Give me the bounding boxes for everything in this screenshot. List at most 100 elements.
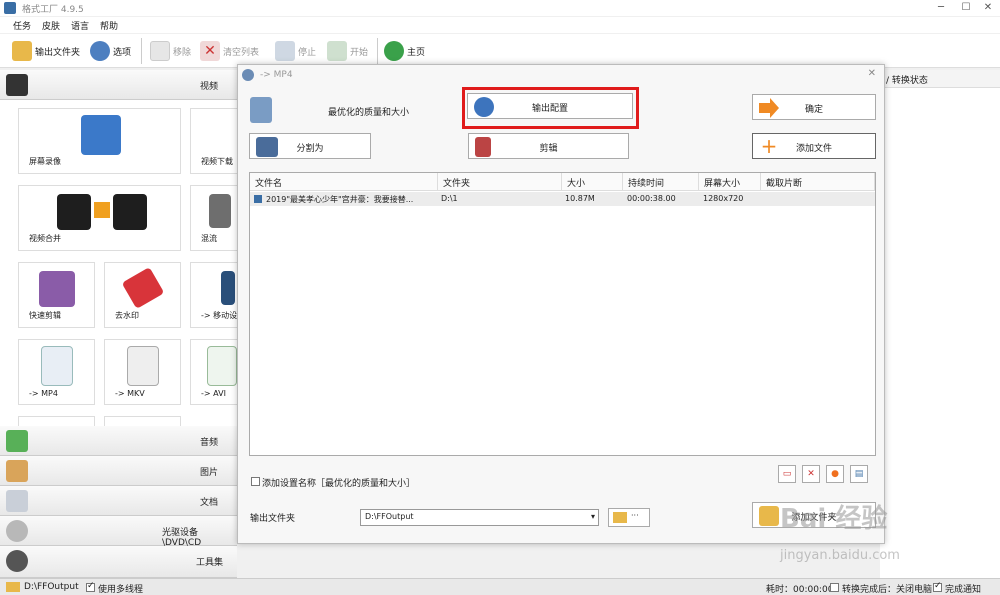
row-duration: 00:00:38.00	[627, 194, 676, 203]
stop-button[interactable]: 停止	[275, 40, 316, 62]
ok-button[interactable]: 确定	[752, 94, 876, 120]
clear-x-icon: ✕	[200, 41, 220, 61]
col-screen-size[interactable]: 屏幕大小	[699, 173, 761, 191]
add-file-button[interactable]: + 添加文件	[752, 133, 876, 159]
tile-to-mobile[interactable]: -> 移动设	[190, 262, 237, 328]
tile-label: -> AVI	[201, 389, 226, 398]
after-done-label: 转换完成后：关闭电脑	[842, 585, 933, 595]
watermark-text: Bai 经验	[780, 504, 888, 534]
start-icon	[327, 41, 347, 61]
dialog-title-bar: -> MP4 ✕	[238, 65, 884, 85]
edit-button[interactable]: 剪辑	[468, 133, 629, 159]
tile-to-avi[interactable]: -> AVI	[190, 339, 237, 405]
disc-icon	[6, 520, 28, 542]
dialog-close-button[interactable]: ✕	[868, 68, 876, 79]
picture-icon	[6, 460, 28, 482]
menu-skin[interactable]: 皮肤	[42, 19, 60, 32]
folder-icon	[12, 41, 32, 61]
tile-partial[interactable]	[104, 416, 181, 426]
tile-partial[interactable]	[18, 416, 95, 426]
row-filename: 2019"最美孝心少年"宫井豪：我要接替...	[266, 195, 414, 204]
browse-dots: ···	[631, 511, 639, 520]
split-label: 分割为	[296, 144, 324, 154]
status-output-path: D:\FFOutput	[24, 582, 79, 592]
film-strip-icon	[113, 194, 147, 230]
split-button[interactable]: 分割为	[249, 133, 371, 159]
tile-quick-cut[interactable]: 快速剪辑	[18, 262, 95, 328]
category-image[interactable]: 图片	[0, 456, 237, 486]
category-audio[interactable]: 音频	[0, 426, 237, 456]
category-label: 文档	[200, 498, 219, 508]
start-button[interactable]: 开始	[327, 40, 368, 62]
notify-checkbox[interactable]	[933, 581, 942, 592]
tile-to-mp4[interactable]: -> MP4	[18, 339, 95, 405]
edit-label: 剪辑	[539, 144, 558, 154]
stop-label: 停止	[298, 47, 317, 58]
after-done-checkbox[interactable]	[830, 583, 839, 592]
start-label: 开始	[350, 47, 369, 58]
elapsed-time: 耗时：00:00:00	[766, 585, 834, 595]
col-size[interactable]: 大小	[562, 173, 623, 191]
add-setting-name-checkbox[interactable]	[251, 477, 260, 486]
remove-label: 移除	[173, 47, 192, 58]
mp4-file-icon	[41, 346, 73, 386]
toolbar-separator	[141, 38, 142, 64]
multithread-checkbox[interactable]	[86, 581, 95, 592]
category-tools[interactable]: 工具集	[0, 546, 237, 578]
col-clip[interactable]: 截取片断	[761, 173, 875, 191]
category-panel: 视频 屏幕录像 视频下载 视频合并 混流 快速剪辑 去水印 -> 移动设 -> …	[0, 70, 237, 578]
film-icon	[6, 74, 28, 96]
clear-list-label: 清空列表	[223, 47, 260, 58]
baidu-watermark: Bai 经验 jingyan.baidu.com	[780, 478, 1000, 578]
tile-label: 视频下载	[201, 157, 233, 166]
tile-mix[interactable]: 混流	[190, 185, 237, 251]
tile-label: -> MKV	[115, 389, 145, 398]
clear-list-button[interactable]: ✕ 清空列表	[200, 40, 259, 62]
gear-icon	[90, 41, 110, 61]
col-folder[interactable]: 文件夹	[438, 173, 562, 191]
close-button[interactable]: ✕	[977, 1, 999, 15]
output-folder-button[interactable]: 输出文件夹	[12, 40, 80, 62]
mp4-dialog: -> MP4 ✕ 最优化的质量和大小 输出配置 确定 分割为 剪辑 + 添加文件…	[237, 64, 885, 544]
minimize-button[interactable]: ─	[930, 1, 952, 15]
options-button[interactable]: 选项	[90, 40, 131, 62]
window-title: 格式工厂 4.9.5	[22, 5, 84, 15]
status-bar: D:\FFOutput 使用多线程 耗时：00:00:00 转换完成后：关闭电脑…	[0, 578, 1000, 595]
output-folder-label: 输出文件夹	[35, 47, 81, 58]
menu-task[interactable]: 任务	[13, 19, 31, 32]
home-globe-icon	[384, 41, 404, 61]
category-document[interactable]: 文档	[0, 486, 237, 516]
home-button[interactable]: 主页	[384, 40, 425, 62]
table-row[interactable]: 2019"最美孝心少年"宫井豪：我要接替... D:\1 10.87M 00:0…	[250, 192, 875, 206]
video-file-icon	[254, 195, 262, 203]
file-list[interactable]: 文件名 文件夹 大小 持续时间 屏幕大小 截取片断 2019"最美孝心少年"宫井…	[249, 172, 876, 456]
remove-button[interactable]: 移除	[150, 40, 191, 62]
row-size: 10.87M	[565, 194, 595, 203]
col-filename[interactable]: 文件名	[250, 173, 438, 191]
tile-watermark-remove[interactable]: 去水印	[104, 262, 181, 328]
home-label: 主页	[407, 47, 426, 58]
tile-screen-record[interactable]: 屏幕录像	[18, 108, 181, 174]
scissors-film-icon	[39, 271, 75, 307]
category-optical[interactable]: 光驱设备\DVD\CD	[0, 516, 237, 548]
toolbar: 输出文件夹 选项 移除 ✕ 清空列表 停止 开始 主页	[0, 34, 1000, 68]
menu-language[interactable]: 语言	[71, 19, 89, 32]
tile-label: 混流	[201, 234, 217, 243]
menu-help[interactable]: 帮助	[100, 19, 118, 32]
folder-icon	[6, 582, 20, 592]
category-video[interactable]: 视频	[0, 70, 237, 100]
tile-video-merge[interactable]: 视频合并	[18, 185, 181, 251]
col-duration[interactable]: 持续时间	[623, 173, 699, 191]
add-file-label: 添加文件	[795, 144, 832, 154]
output-folder-select[interactable]: D:\FFOutput ▾	[360, 509, 599, 526]
browse-folder-button[interactable]: ···	[608, 508, 650, 527]
tools-icon	[6, 550, 28, 572]
tile-to-mkv[interactable]: -> MKV	[104, 339, 181, 405]
output-folder-value: D:\FFOutput	[365, 512, 414, 521]
maximize-button[interactable]: ☐	[955, 1, 977, 15]
category-label: 工具集	[196, 558, 224, 568]
menu-bar: 任务 皮肤 语言 帮助	[0, 17, 1000, 33]
folder-icon	[613, 512, 627, 523]
tile-video-download[interactable]: 视频下载	[190, 108, 237, 174]
ok-label: 确定	[804, 105, 823, 115]
